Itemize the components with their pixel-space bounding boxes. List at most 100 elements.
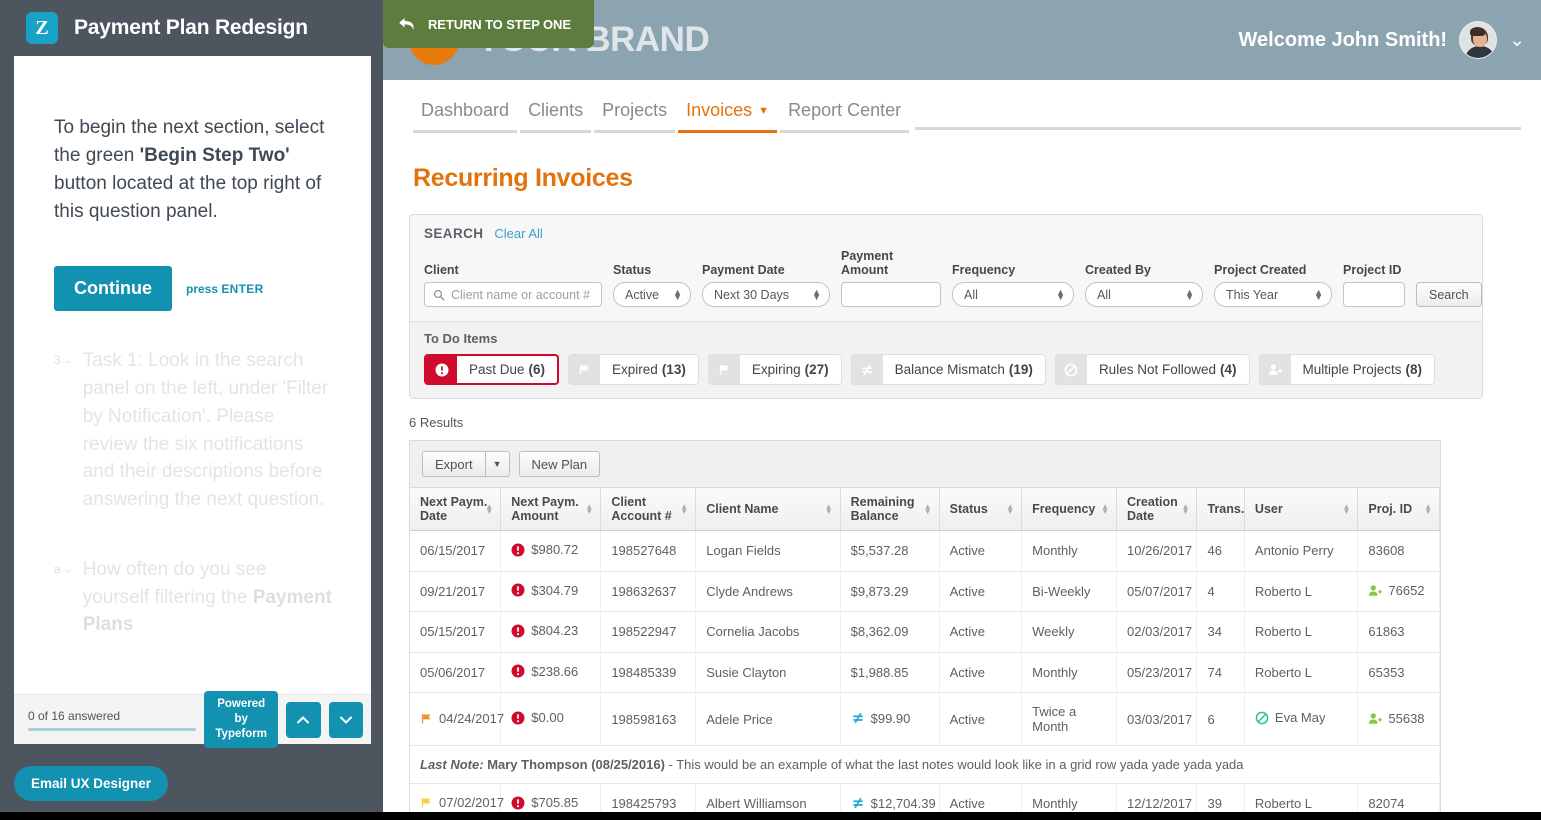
cell-project-id: 83608: [1357, 530, 1440, 572]
clear-all-link[interactable]: Clear All: [494, 226, 542, 241]
todo-chip-balance-mismatch-text: Balance Mismatch (19): [883, 355, 1045, 384]
column-header-frequency[interactable]: Frequency ▲ ▼: [1021, 488, 1118, 531]
export-button[interactable]: Export: [422, 451, 485, 477]
cell-client-name: Cornelia Jacobs: [695, 611, 841, 653]
todo-chip-balance-mismatch[interactable]: Balance Mismatch (19): [850, 354, 1046, 385]
column-header-client-account[interactable]: Client Account # ▲ ▼: [600, 488, 697, 531]
page-title: Recurring Invoices: [413, 164, 633, 192]
column-header-transactions[interactable]: Trans.: [1196, 488, 1245, 531]
results-grid: Export ▼ New Plan Next Paym. Date ▲ ▼ Next…: [409, 440, 1441, 820]
column-header-next-payment-date[interactable]: Next Paym. Date ▲ ▼: [410, 488, 502, 531]
user-menu-chevron-down-icon[interactable]: ⌄: [1509, 31, 1525, 50]
todo-chip-past-due[interactable]: Past Due (6): [424, 354, 560, 385]
cell-next-payment-amount: $238.66: [500, 652, 602, 693]
alert-icon: [511, 796, 525, 809]
column-header-status[interactable]: Status ▲ ▼: [939, 488, 1023, 531]
nav-tab-projects[interactable]: Projects: [594, 100, 676, 133]
filter-frequency: Frequency All ▲ ▼: [952, 263, 1074, 307]
column-header-creation-date[interactable]: Creation Date ▲ ▼: [1116, 488, 1198, 531]
powered-by-typeform-badge[interactable]: Powered by Typeform: [204, 691, 279, 748]
grid-toolbar: Export ▼ New Plan: [410, 441, 1440, 488]
invoices-table: Next Paym. Date ▲ ▼ Next Paym. Amount ▲ ▼ Cl…: [410, 488, 1440, 820]
cell-next-payment-date: 06/15/2017: [410, 530, 502, 572]
created-by-select[interactable]: All ▲ ▼: [1085, 282, 1203, 307]
table-row[interactable]: 09/21/2017 $304.79 198632637 Clyde Andrews $…: [410, 571, 1440, 612]
next-question-button[interactable]: [328, 701, 363, 738]
payment-amount-input[interactable]: [841, 282, 941, 307]
next-payment-date-value: 09/21/2017: [420, 583, 486, 599]
typeform-card: To begin the next section, select the gr…: [14, 56, 371, 744]
column-label: Client Account #: [611, 495, 672, 523]
search-filter-row: Client Client name or account # Status A…: [424, 249, 1482, 307]
table-row[interactable]: 06/15/2017 $980.72 198527648 Logan Fields $5…: [410, 530, 1440, 572]
user-add-icon: [1369, 712, 1383, 724]
typeform-panel: Z Payment Plan Redesign To begin the nex…: [0, 0, 385, 812]
cell-client-name: Clyde Andrews: [695, 571, 841, 612]
column-header-client-name[interactable]: Client Name ▲ ▼: [695, 488, 841, 531]
search-button[interactable]: Search: [1416, 282, 1482, 307]
todo-chip-rules-not-followed[interactable]: Rules Not Followed (4): [1054, 354, 1250, 385]
column-label: Trans.: [1207, 502, 1245, 516]
status-select[interactable]: Active ▲ ▼: [613, 282, 691, 307]
sort-arrows-icon: ▲ ▼: [1342, 502, 1351, 516]
payment-date-select[interactable]: Next 30 Days ▲ ▼: [702, 282, 830, 307]
next-payment-amount-value: $238.66: [531, 663, 579, 679]
column-header-remaining-balance[interactable]: Remaining Balance ▲ ▼: [840, 488, 940, 531]
remaining-balance-value: $8,362.09: [850, 624, 909, 640]
column-label: Client Name: [706, 502, 779, 516]
remaining-balance-value: $5,537.28: [850, 543, 909, 559]
remaining-balance-value: $12,704.39: [870, 795, 936, 811]
nav-tab-report-center[interactable]: Report Center: [780, 100, 910, 133]
results-count: 6 Results: [409, 415, 464, 430]
filter-created-by-label: Created By: [1085, 263, 1151, 277]
column-label: Creation Date: [1127, 495, 1178, 523]
cell-remaining-balance: $8,362.09: [840, 611, 940, 653]
export-caret-down-icon[interactable]: ▼: [484, 451, 510, 477]
nav-tab-clients-label: Clients: [528, 100, 584, 120]
column-header-next-payment-amount[interactable]: Next Paym. Amount ▲ ▼: [500, 488, 602, 531]
badge-line-2: Typeform: [215, 727, 267, 740]
project-id-value: 83608: [1368, 543, 1405, 559]
filter-payment-amount: Payment Amount: [841, 249, 941, 307]
nav-tab-dashboard[interactable]: Dashboard: [413, 100, 518, 133]
todo-items-label: To Do Items: [424, 331, 498, 346]
cell-project-id: 61863: [1357, 611, 1440, 653]
cell-remaining-balance: $9,873.29: [840, 571, 940, 612]
filter-payment-date: Payment Date Next 30 Days ▲ ▼: [702, 263, 830, 307]
todo-chip-multiple-projects[interactable]: Multiple Projects (8): [1258, 354, 1436, 385]
nav-tab-invoices[interactable]: Invoices ▼: [678, 100, 778, 133]
column-header-user[interactable]: User ▲ ▼: [1244, 488, 1359, 531]
filter-frequency-label: Frequency: [952, 263, 1016, 277]
table-row[interactable]: 05/15/2017 $804.23 198522947 Cornelia Jacob…: [410, 611, 1440, 653]
typeform-logo-icon: Z: [26, 12, 58, 44]
enter-key-label: ENTER: [221, 281, 264, 296]
todo-chip-expiring-text: Expiring (27): [740, 355, 841, 384]
todo-chip-expiring[interactable]: Expiring (27): [707, 354, 842, 385]
header-user-area[interactable]: Welcome John Smith! ⌄: [1239, 21, 1525, 59]
project-created-select[interactable]: This Year ▲ ▼: [1214, 282, 1332, 307]
nav-tab-invoices-caret-down-icon: ▼: [758, 104, 770, 117]
application-area: Logo YOUR BRAND Welcome John Smith! ⌄ Da…: [383, 0, 1541, 820]
email-ux-designer-button[interactable]: Email UX Designer: [14, 766, 169, 801]
todo-chip-expired[interactable]: Expired (13): [568, 354, 699, 385]
status-select-value: Active: [625, 287, 660, 302]
table-row[interactable]: 05/06/2017 $238.66 198485339 Susie Clayton $…: [410, 652, 1440, 693]
column-header-project-id[interactable]: Proj. ID ▲ ▼: [1357, 488, 1440, 531]
export-split-button[interactable]: Export ▼: [422, 451, 510, 477]
cell-frequency: Bi-Weekly: [1021, 571, 1118, 612]
return-to-step-one-button[interactable]: RETURN TO STEP ONE: [383, 0, 594, 48]
todo-chip-expired-text: Expired (13): [600, 355, 698, 384]
project-id-input[interactable]: [1343, 282, 1405, 307]
filter-status: Status Active ▲ ▼: [613, 263, 691, 307]
continue-button[interactable]: Continue: [54, 266, 172, 312]
alert-icon: [426, 356, 457, 383]
nav-tab-clients[interactable]: Clients: [520, 100, 592, 133]
user-value: Roberto L: [1254, 664, 1313, 680]
client-search-input[interactable]: Client name or account #: [424, 282, 602, 307]
previous-question-button[interactable]: [286, 701, 321, 738]
alert-icon: [511, 624, 525, 637]
frequency-select[interactable]: All ▲ ▼: [952, 282, 1074, 307]
new-plan-button[interactable]: New Plan: [518, 451, 601, 477]
table-row[interactable]: 04/24/2017 $0.00 198598163 Adele Price $99.9…: [410, 692, 1440, 746]
faded-marker-2: a→: [54, 561, 73, 576]
